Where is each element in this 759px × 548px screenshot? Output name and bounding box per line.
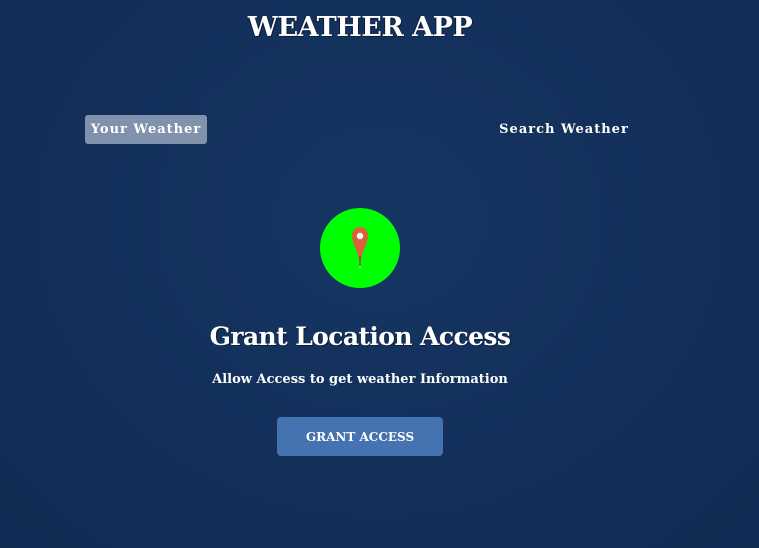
map-pin-icon (352, 227, 368, 268)
grant-location-subtitle: Allow Access to get weather Information (212, 372, 508, 387)
location-icon-badge (320, 208, 400, 288)
app-title: WEATHER APP (247, 12, 473, 43)
grant-access-button[interactable]: GRANT ACCESS (277, 417, 443, 456)
grant-location-title: Grant Location Access (209, 322, 511, 351)
tab-your-weather[interactable]: Your Weather (85, 115, 207, 144)
tab-search-weather[interactable]: Search Weather (496, 115, 632, 144)
